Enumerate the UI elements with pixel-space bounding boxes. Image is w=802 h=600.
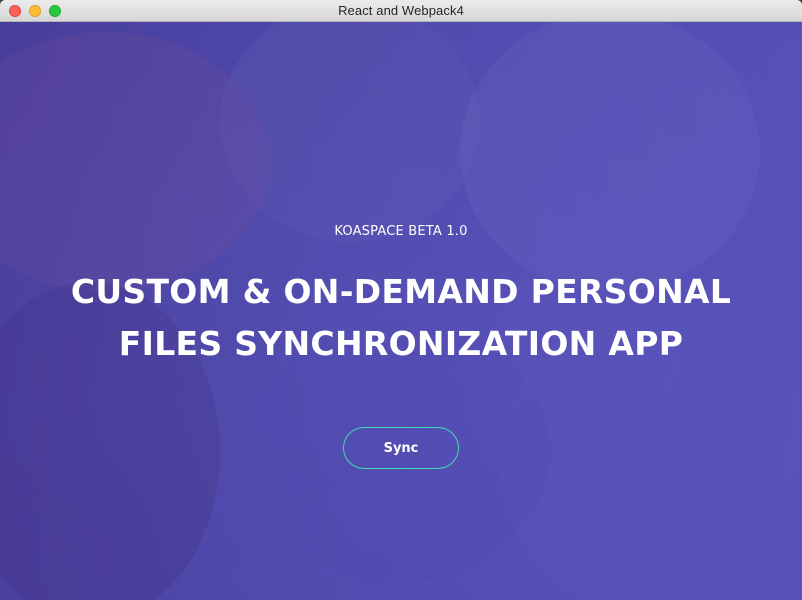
title-bar: React and Webpack4 xyxy=(0,0,802,22)
minimize-icon[interactable] xyxy=(29,5,41,17)
app-version-label: KOASPACE BETA 1.0 xyxy=(334,224,468,239)
close-icon[interactable] xyxy=(9,5,21,17)
app-window: React and Webpack4 KOASPACE BETA 1.0 CUS… xyxy=(0,0,802,600)
hero-section: KOASPACE BETA 1.0 CUSTOM & ON-DEMAND PER… xyxy=(0,22,802,600)
maximize-icon[interactable] xyxy=(49,5,61,17)
window-title: React and Webpack4 xyxy=(338,3,464,18)
hero-content: KOASPACE BETA 1.0 CUSTOM & ON-DEMAND PER… xyxy=(0,22,802,600)
sync-button[interactable]: Sync xyxy=(343,427,459,469)
headline-line-1: CUSTOM & ON-DEMAND PERSONAL xyxy=(70,272,732,311)
page-title: CUSTOM & ON-DEMAND PERSONAL FILES SYNCHR… xyxy=(40,266,762,370)
headline-line-2: FILES SYNCHRONIZATION APP xyxy=(118,324,684,363)
